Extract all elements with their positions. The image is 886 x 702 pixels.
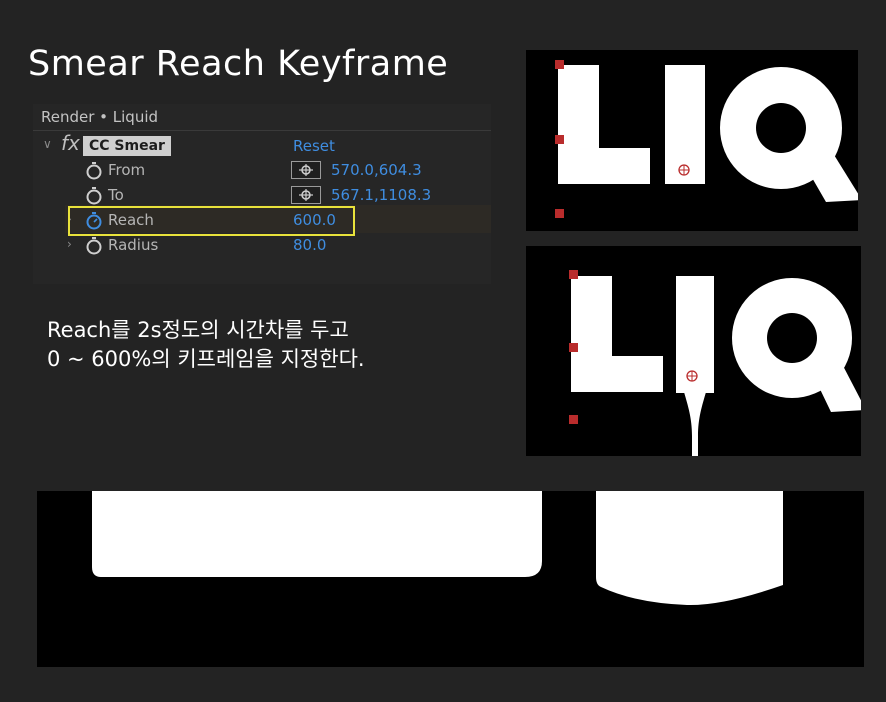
letter-i-smeared-edge [596,491,783,606]
property-label-radius: Radius [108,236,159,254]
letter-l-bottom-edge [92,491,542,577]
effect-name-label[interactable]: CC Smear [83,136,171,156]
target-point-button[interactable] [291,161,321,179]
description-line-2: 0 ~ 600%의 키프레임을 지정한다. [47,347,365,371]
liq-letters [558,65,858,202]
crosshair-icon [678,164,690,176]
stopwatch-icon[interactable] [85,187,103,205]
crosshair-icon [299,164,313,176]
smear-closeup [92,491,783,606]
anchor-handle[interactable] [569,343,578,352]
anchor-handle[interactable] [569,415,578,424]
description-line-1: Reach를 2s정도의 시간차를 두고 [47,318,349,342]
property-value-from[interactable]: 570.0,604.3 [331,161,422,179]
stopwatch-icon[interactable] [85,162,103,180]
anchor-handle[interactable] [555,60,564,69]
anchor-handle[interactable] [555,135,564,144]
property-value-radius[interactable]: 80.0 [293,236,326,254]
anchor-handle[interactable] [569,270,578,279]
stopwatch-icon[interactable] [85,237,103,255]
property-row-radius: › Radius 80.0 [33,234,491,258]
chevron-right-icon[interactable]: › [67,237,72,251]
property-value-to[interactable]: 567.1,1108.3 [331,186,431,204]
liq-letters [571,276,861,456]
reach-highlight-box [68,206,355,236]
header-divider [33,130,491,131]
effect-category-header: Render • Liquid [41,108,159,126]
fx-icon[interactable]: fx [61,131,80,155]
crosshair-icon [299,189,313,201]
reset-button[interactable]: Reset [293,137,335,155]
preview-before-smear [526,50,858,231]
crosshair-icon [686,370,698,382]
preview-zoomed-detail [37,491,864,667]
effect-row-cc-smear: ∨ fx CC Smear Reset [33,131,491,158]
chevron-down-icon[interactable]: ∨ [43,137,52,151]
property-row-from: From 570.0,604.3 [33,159,491,183]
effect-controls-panel: Render • Liquid ∨ fx CC Smear Reset From… [33,104,491,284]
preview-after-smear [526,246,861,456]
slide-title: Smear Reach Keyframe [28,44,449,84]
target-point-button[interactable] [291,186,321,204]
property-label-to: To [108,186,124,204]
anchor-handle[interactable] [555,209,564,218]
liq-logo-before [558,65,858,202]
description-text: Reach를 2s정도의 시간차를 두고 0 ~ 600%의 키프레임을 지정한… [47,316,365,374]
property-label-from: From [108,161,146,179]
